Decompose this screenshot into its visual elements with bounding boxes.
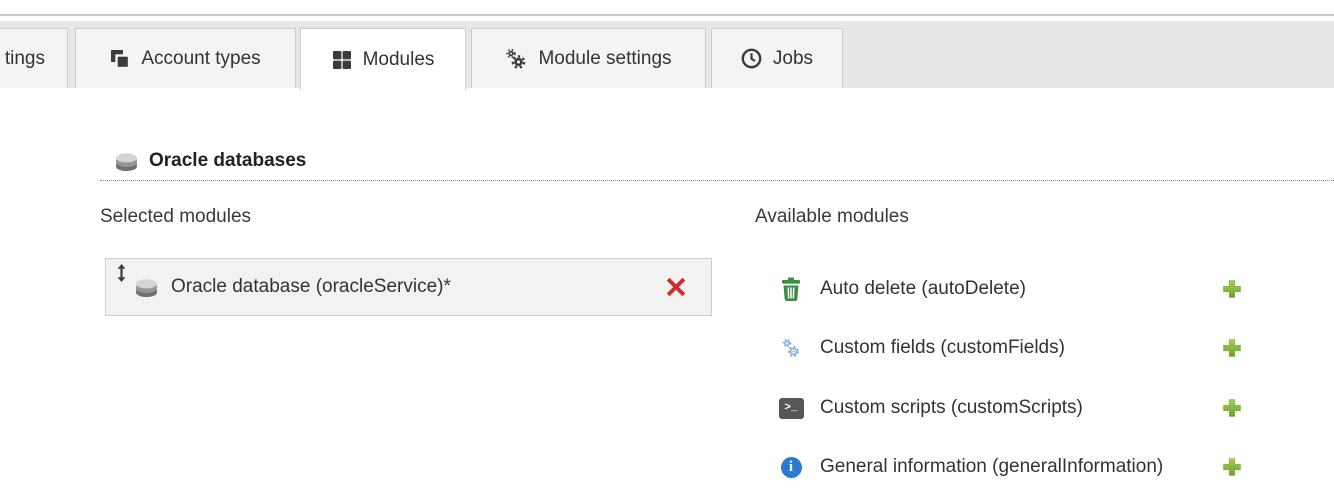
available-module-label: Custom scripts (customScripts)	[820, 397, 1083, 419]
available-module-label: Custom fields (customFields)	[820, 337, 1065, 359]
grid-icon	[332, 50, 352, 70]
tab-settings[interactable]: tings	[0, 28, 68, 88]
tab-jobs[interactable]: Jobs	[711, 28, 843, 88]
drag-handle-icon[interactable]	[116, 264, 128, 282]
module-configuration-page: tings Account types Modules	[0, 0, 1334, 504]
copy-icon	[110, 49, 130, 69]
add-icon[interactable]	[1222, 398, 1242, 418]
database-icon	[133, 275, 160, 305]
tab-modules-label: Modules	[363, 49, 435, 71]
gears-blue-icon	[778, 335, 804, 361]
tab-account-types[interactable]: Account types	[75, 28, 296, 88]
terminal-icon: >_	[778, 395, 804, 421]
available-module-row: Custom fields (customFields)	[755, 333, 1334, 363]
selected-module-label: Oracle database (oracleService)*	[171, 276, 451, 298]
selected-module-item[interactable]: Oracle database (oracleService)*	[105, 258, 712, 316]
trash-icon	[778, 276, 804, 302]
tab-modules[interactable]: Modules	[300, 28, 466, 90]
selected-modules-heading: Selected modules	[100, 206, 251, 228]
section-title: Oracle databases	[149, 150, 306, 172]
add-icon[interactable]	[1222, 457, 1242, 477]
add-icon[interactable]	[1222, 338, 1242, 358]
available-module-row: Auto delete (autoDelete)	[755, 274, 1334, 304]
database-icon	[113, 149, 140, 174]
remove-icon[interactable]	[666, 277, 686, 297]
tab-bar: tings Account types Modules	[0, 21, 1334, 88]
available-module-label: Auto delete (autoDelete)	[820, 278, 1026, 300]
tab-settings-label: tings	[5, 48, 45, 70]
available-module-label: General information (generalInformation)	[820, 456, 1163, 478]
tab-module-settings-label: Module settings	[538, 48, 671, 70]
available-modules-heading: Available modules	[755, 206, 909, 228]
tab-module-settings[interactable]: Module settings	[471, 28, 706, 88]
available-module-row: i General information (generalInformatio…	[755, 452, 1334, 482]
tab-account-types-label: Account types	[141, 48, 260, 70]
top-divider	[0, 14, 1334, 16]
gears-icon	[505, 48, 527, 70]
available-module-row: >_ Custom scripts (customScripts)	[755, 393, 1334, 423]
add-icon[interactable]	[1222, 279, 1242, 299]
info-icon: i	[778, 454, 804, 480]
section-header: Oracle databases	[100, 142, 1334, 181]
tab-jobs-label: Jobs	[773, 48, 813, 70]
clock-icon	[741, 48, 762, 69]
